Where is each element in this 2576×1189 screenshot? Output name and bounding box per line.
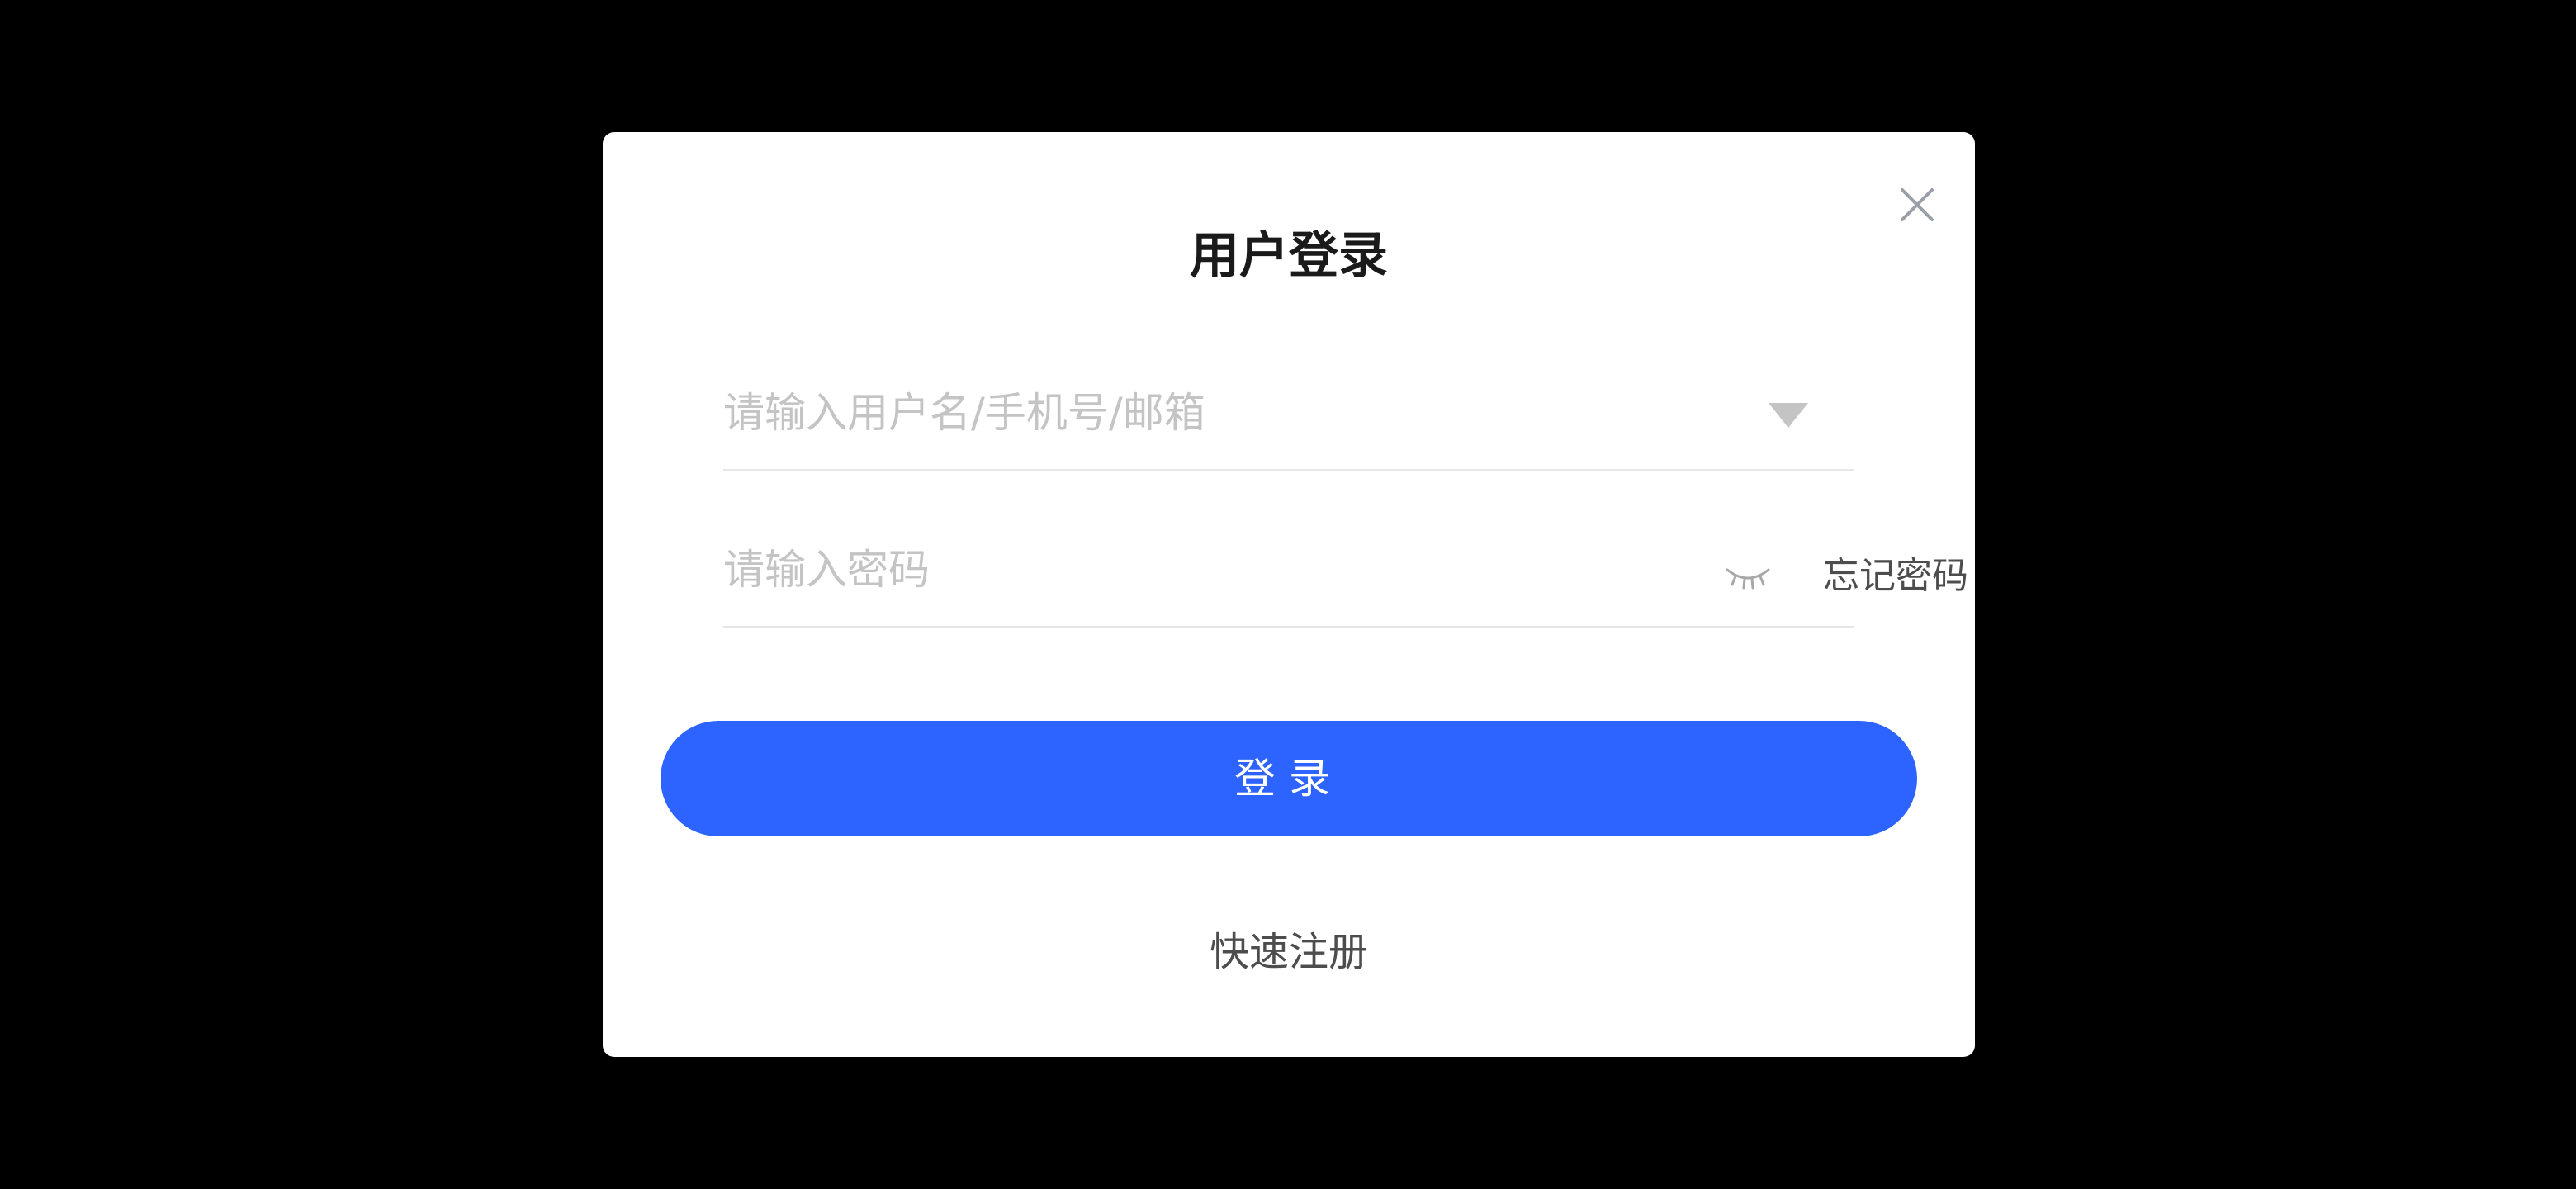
- quick-register-link[interactable]: 快速注册: [603, 923, 1975, 981]
- caret-down-icon: [1769, 403, 1808, 428]
- password-input[interactable]: [723, 532, 1598, 608]
- username-field: [723, 345, 1854, 471]
- username-input[interactable]: [723, 375, 1739, 451]
- password-visibility-toggle[interactable]: [1722, 560, 1773, 596]
- dialog-title: 用户登录: [1190, 227, 1388, 285]
- account-dropdown-button[interactable]: [1762, 395, 1815, 436]
- eye-closed-icon: [1726, 568, 1770, 590]
- forgot-password-link[interactable]: 忘记密码: [1823, 550, 1968, 603]
- login-button[interactable]: 登录: [661, 721, 1917, 836]
- password-field: 忘记密码: [723, 502, 1968, 628]
- login-dialog: 用户登录 忘记密码 登录 快速注册: [603, 132, 1975, 1057]
